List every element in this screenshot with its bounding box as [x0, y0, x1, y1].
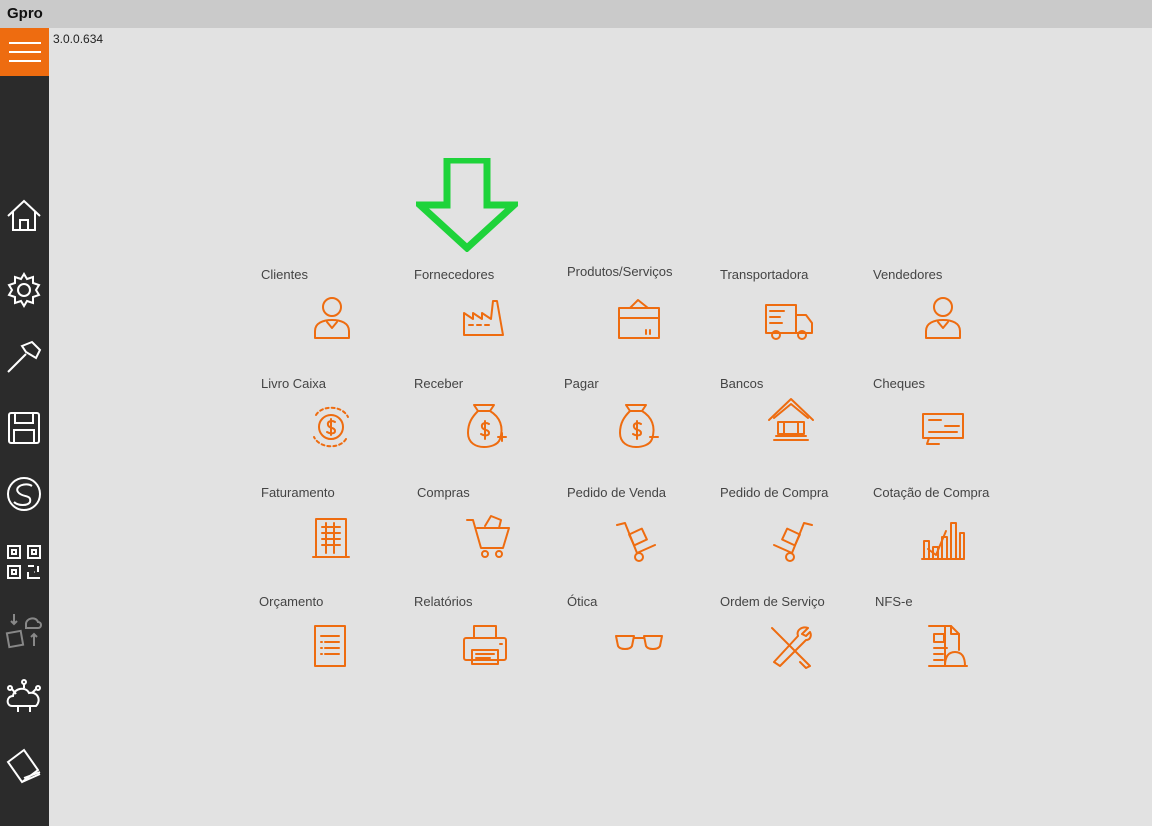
money-cycle-icon	[306, 401, 356, 451]
tile-label: Produtos/Serviços	[567, 264, 673, 279]
qr-code-icon[interactable]	[4, 542, 44, 582]
tile-relatorios[interactable]: Relatórios	[414, 594, 554, 694]
tile-label: Bancos	[720, 376, 764, 391]
document-helmet-icon	[921, 622, 971, 672]
truck-icon	[764, 295, 814, 345]
highlight-arrow-icon	[410, 156, 524, 257]
tile-label: Clientes	[261, 267, 308, 282]
tile-vendedores[interactable]: Vendedores	[873, 267, 1013, 367]
tile-label: Relatórios	[414, 594, 473, 609]
tile-pagar[interactable]: Pagar	[564, 376, 704, 476]
hammer-icon[interactable]	[4, 338, 44, 378]
tools-icon	[766, 622, 816, 672]
tile-fornecedores[interactable]: Fornecedores	[414, 267, 554, 367]
tile-label: Orçamento	[259, 594, 324, 609]
money-bag-plus-icon	[460, 399, 510, 449]
tile-ordem-de-servico[interactable]: Ordem de Serviço	[720, 594, 860, 694]
tile-label: NFS-e	[875, 594, 913, 609]
tile-receber[interactable]: Receber	[414, 376, 554, 476]
money-bag-minus-icon	[612, 399, 662, 449]
cloud-sync-icon[interactable]	[4, 610, 44, 650]
person-icon	[918, 291, 968, 341]
tile-livro-caixa[interactable]: Livro Caixa	[261, 376, 401, 476]
box-icon	[614, 294, 664, 344]
floppy-disk-icon[interactable]	[4, 408, 44, 448]
tile-label: Transportadora	[720, 267, 809, 282]
tile-label: Livro Caixa	[261, 376, 327, 391]
tile-label: Pagar	[564, 376, 599, 391]
factory-icon	[459, 291, 509, 341]
tile-label: Receber	[414, 376, 464, 391]
home-icon[interactable]	[4, 196, 44, 236]
hamburger-menu-button[interactable]	[0, 28, 49, 76]
tile-label: Faturamento	[261, 485, 335, 500]
tile-pedido-de-venda[interactable]: Pedido de Venda	[567, 485, 707, 585]
tile-cotacao-de-compra[interactable]: Cotação de Compra	[873, 485, 1013, 585]
tile-orcamento[interactable]: Orçamento	[259, 594, 399, 694]
tile-transportadora[interactable]: Transportadora	[720, 267, 860, 367]
hand-truck-icon	[613, 515, 663, 565]
tile-otica[interactable]: Ótica	[567, 594, 707, 694]
logo-s-icon[interactable]	[4, 474, 44, 514]
tile-label: Ordem de Serviço	[720, 594, 825, 609]
tile-clientes[interactable]: Clientes	[261, 267, 401, 367]
tile-label: Vendedores	[873, 267, 943, 282]
tile-label: Ótica	[567, 594, 598, 609]
tile-nfs-e[interactable]: NFS-e	[875, 594, 1015, 694]
tile-label: Cheques	[873, 376, 926, 391]
hand-truck-icon	[766, 515, 816, 565]
cloud-network-icon[interactable]	[4, 678, 44, 718]
printer-icon	[460, 622, 510, 672]
invoice-icon	[307, 513, 357, 563]
tile-compras[interactable]: Compras	[417, 485, 557, 585]
bank-icon	[766, 396, 816, 446]
title-bar: Gpro	[0, 0, 1152, 28]
sidebar	[0, 76, 49, 826]
book-icon[interactable]	[4, 746, 44, 786]
glasses-icon	[614, 618, 664, 668]
tile-produtos-servicos[interactable]: Produtos/Serviços	[567, 264, 707, 364]
tile-pedido-de-compra[interactable]: Pedido de Compra	[720, 485, 860, 585]
document-list-icon	[305, 622, 355, 672]
shopping-cart-icon	[463, 510, 513, 560]
tile-bancos[interactable]: Bancos	[720, 376, 860, 476]
tile-cheques[interactable]: Cheques	[873, 376, 1013, 476]
tile-label: Pedido de Venda	[567, 485, 667, 500]
tile-label: Fornecedores	[414, 267, 495, 282]
tile-label: Compras	[417, 485, 470, 500]
tile-label: Cotação de Compra	[873, 485, 990, 500]
version-text: 3.0.0.634	[53, 32, 104, 46]
app-title: Gpro	[7, 5, 43, 22]
gear-icon[interactable]	[4, 270, 44, 310]
person-icon	[307, 291, 357, 341]
bar-chart-icon	[918, 515, 968, 565]
tile-label: Pedido de Compra	[720, 485, 829, 500]
tile-faturamento[interactable]: Faturamento	[261, 485, 401, 585]
cheque-icon	[919, 402, 969, 452]
